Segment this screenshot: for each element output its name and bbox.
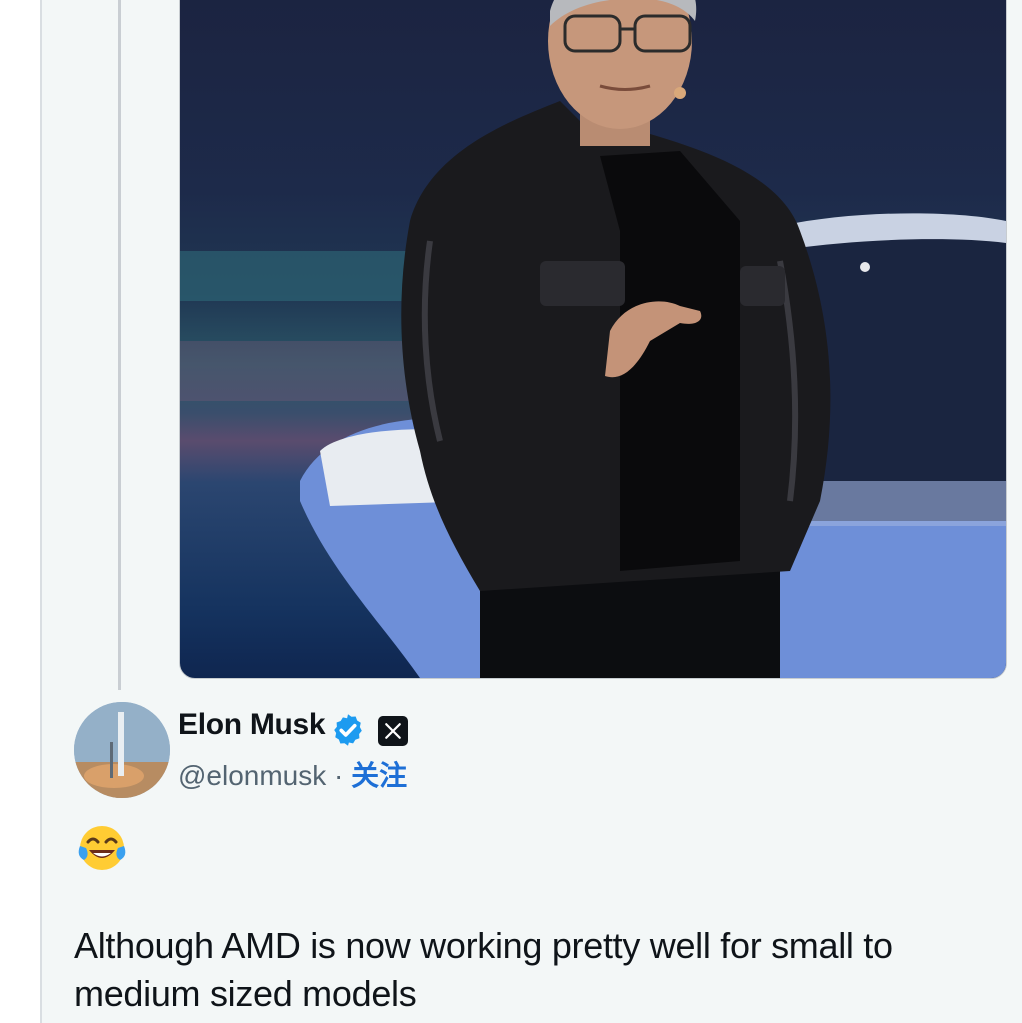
screenshot-frame: Elon Musk @elonmusk · 关注 Although AMD is… — [0, 0, 1022, 1023]
tweet-author-row: Elon Musk @elonmusk · 关注 — [72, 700, 972, 800]
handle-separator: · — [326, 760, 352, 791]
follow-button[interactable]: 关注 — [351, 760, 407, 791]
author-handle[interactable]: @elonmusk — [178, 760, 326, 791]
x-glyph — [385, 723, 401, 739]
quoted-tweet-photo[interactable] — [179, 0, 1007, 679]
thread-connector-line — [118, 0, 121, 690]
author-avatar[interactable] — [74, 702, 170, 798]
x-logo-icon[interactable] — [378, 716, 408, 746]
rocket-launch-avatar-image — [74, 702, 170, 798]
photo-illustration — [180, 0, 1006, 678]
author-display-name[interactable]: Elon Musk — [178, 708, 326, 742]
author-handle-line: @elonmusk · 关注 — [178, 754, 407, 794]
verified-checkmark-icon[interactable] — [330, 712, 366, 748]
tweet-body-text: Although AMD is now working pretty well … — [74, 925, 893, 1014]
face-with-tears-of-joy-icon — [78, 826, 126, 870]
